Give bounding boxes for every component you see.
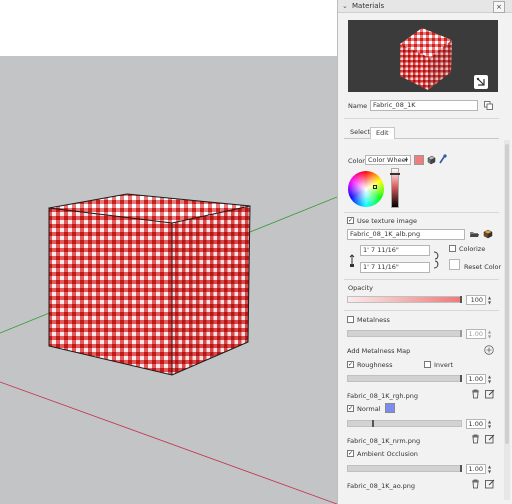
color-swatch[interactable] [414, 155, 424, 165]
roughness-checkbox[interactable]: ✓ [347, 361, 354, 368]
sample-paint-icon[interactable] [474, 75, 488, 89]
brightness-handle[interactable] [390, 173, 400, 175]
metalness-value-input[interactable]: 1.00 [466, 329, 486, 339]
roughness-stepper[interactable]: ▲ ▼ [487, 374, 492, 384]
metalness-checkbox[interactable] [347, 316, 354, 323]
use-texture-label: Use texture image [357, 217, 417, 225]
normal-slider[interactable] [347, 420, 462, 427]
roughness-slider-handle[interactable] [460, 375, 462, 382]
duplicate-icon[interactable] [484, 101, 493, 110]
lock-aspect-icon[interactable] [433, 251, 441, 269]
material-preview [348, 20, 498, 92]
materials-panel: ⌄ Materials × Name Fabric_08_1K Select E… [337, 0, 512, 504]
tab-edit[interactable]: Edit [370, 127, 395, 139]
color-mode-select[interactable]: Color Wheel ▾ [365, 155, 411, 165]
panel-scrollbar[interactable] [504, 140, 510, 500]
roughness-file-name: Fabric_08_1K_rgh.png [347, 392, 418, 400]
normal-map-thumbnail[interactable] [385, 403, 395, 413]
add-metalness-map-label[interactable]: Add Metalness Map [347, 347, 410, 355]
texture-height-input[interactable]: 1' 7 11/16" [360, 262, 430, 273]
use-texture-checkbox[interactable]: ✓ [347, 217, 354, 224]
material-name-input[interactable]: Fabric_08_1K [370, 100, 478, 111]
ambient-occlusion-value-input[interactable]: 1.00 [466, 464, 486, 474]
opacity-stepper[interactable]: ▲ ▼ [487, 295, 492, 305]
trash-icon[interactable] [471, 479, 480, 489]
divider [344, 118, 499, 119]
ambient-occlusion-label: Ambient Occlusion [357, 450, 418, 458]
normal-slider-handle[interactable] [372, 420, 374, 427]
trash-icon[interactable] [471, 434, 480, 444]
ambient-occlusion-slider-handle[interactable] [460, 465, 462, 472]
ambient-occlusion-stepper[interactable]: ▲ ▼ [487, 464, 492, 474]
normal-value-input[interactable]: 1.00 [466, 419, 486, 429]
metalness-slider-handle[interactable] [460, 330, 462, 337]
normal-label: Normal [357, 405, 381, 413]
collapse-chevron-icon[interactable]: ⌄ [342, 2, 348, 10]
panel-title: Materials [352, 2, 385, 10]
sky [0, 0, 337, 56]
model-viewport[interactable] [0, 0, 337, 504]
metalness-stepper[interactable]: ▲ ▼ [487, 329, 492, 339]
checkered-cube[interactable] [48, 193, 251, 376]
brightness-slider[interactable] [390, 168, 400, 208]
divider [344, 279, 499, 280]
invert-checkbox[interactable] [424, 361, 431, 368]
panel-titlebar[interactable]: ⌄ Materials × [338, 0, 512, 13]
chevron-down-icon: ▾ [404, 156, 408, 164]
divider [344, 310, 499, 311]
metalness-slider[interactable] [347, 330, 462, 337]
browse-folder-icon[interactable] [469, 229, 479, 239]
add-map-plus-icon[interactable] [484, 345, 494, 355]
name-label: Name [348, 102, 368, 110]
colorize-checkbox[interactable] [449, 245, 456, 252]
reset-color-label[interactable]: Reset Color [464, 263, 501, 271]
trash-icon[interactable] [471, 389, 480, 399]
eyedropper-icon[interactable] [438, 154, 447, 165]
scrollbar-thumb[interactable] [505, 144, 509, 444]
opacity-value-input[interactable]: 100 [466, 295, 486, 305]
color-wheel-cursor[interactable] [373, 185, 377, 189]
normal-checkbox[interactable]: ✓ [347, 405, 354, 412]
edit-map-icon[interactable] [485, 434, 495, 444]
edit-map-icon[interactable] [485, 479, 495, 489]
texture-width-input[interactable]: 1' 7 11/16" [360, 245, 430, 256]
opacity-label: Opacity [348, 284, 374, 292]
edit-texture-icon[interactable] [483, 229, 493, 239]
roughness-value-input[interactable]: 1.00 [466, 374, 486, 384]
texture-file-input[interactable]: Fabric_08_1K_alb.png [347, 229, 465, 240]
edit-map-icon[interactable] [485, 389, 495, 399]
color-wheel[interactable] [348, 171, 384, 207]
metalness-label: Metalness [357, 316, 390, 324]
viewport-scene [0, 0, 337, 504]
reset-color-swatch[interactable] [449, 259, 460, 270]
roughness-label: Roughness [357, 361, 393, 369]
ambient-occlusion-slider[interactable] [347, 465, 462, 472]
roughness-slider[interactable] [347, 375, 462, 382]
normal-stepper[interactable]: ▲ ▼ [487, 419, 492, 429]
normal-file-name: Fabric_08_1K_nrm.png [347, 437, 421, 445]
invert-label: Invert [434, 361, 454, 369]
divider [344, 212, 499, 213]
opacity-slider[interactable] [347, 296, 462, 303]
color-mode-value: Color Wheel [368, 156, 408, 164]
aspect-arrow-icon [349, 254, 355, 268]
colorize-label: Colorize [459, 245, 486, 253]
ambient-occlusion-checkbox[interactable]: ✓ [347, 450, 354, 457]
close-icon[interactable]: × [493, 1, 505, 13]
ambient-occlusion-file-name: Fabric_08_1K_ao.png [347, 482, 416, 490]
texture-cube-icon[interactable] [427, 155, 436, 165]
opacity-slider-handle[interactable] [460, 296, 462, 303]
